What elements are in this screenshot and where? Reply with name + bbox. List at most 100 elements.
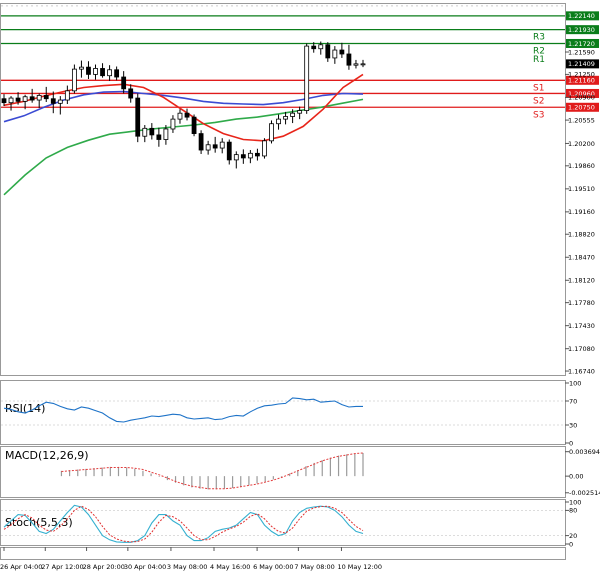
candle-body-bull	[170, 118, 176, 130]
price-tick-label: 1.18820	[568, 231, 595, 239]
pivot-name-s2: S2	[533, 96, 544, 106]
pivot-price-label: 1.20750	[568, 104, 595, 112]
candle	[71, 64, 77, 94]
macd-tick-label: -0.002514	[569, 489, 600, 497]
macd-tick-label: 0.003694	[569, 448, 600, 456]
candle-body-bear	[121, 76, 127, 90]
candle-body-bull	[8, 97, 14, 104]
candle-body-bull	[353, 63, 359, 66]
price-tick-label: 1.19510	[568, 185, 595, 193]
candle	[198, 130, 204, 154]
candle-body-bear	[156, 134, 162, 140]
candle-body-bull	[64, 90, 70, 101]
candle-body-bear	[346, 53, 352, 66]
candle-body-bull	[276, 118, 281, 125]
macd-title: MACD(12,26,9)	[5, 449, 89, 462]
candle-body-bear	[15, 97, 21, 102]
candle-body-bear	[149, 127, 155, 136]
time-tick-label: 10 May 12:00	[337, 563, 382, 571]
time-tick-label: 3 May 08:00	[167, 563, 207, 571]
price-tick-label: 1.19160	[568, 208, 595, 216]
price-tick-label: 1.20555	[568, 116, 595, 124]
candle-body-bull	[247, 152, 253, 159]
stoch-tick-label: 0	[569, 540, 573, 548]
pivot-price-label: 1.22140	[568, 12, 595, 20]
candle-body-bull	[205, 144, 211, 151]
candle-body-bear	[114, 69, 120, 78]
candle-body-bull	[71, 68, 77, 92]
pivot-name-s1: S1	[533, 83, 544, 93]
time-tick-label: 27 Apr 12:00	[41, 563, 83, 571]
price-tick-label: 1.19860	[568, 162, 595, 170]
candle-body-bear	[50, 98, 56, 104]
candle-body-bull	[107, 69, 112, 77]
candle-body-bull	[262, 140, 267, 157]
candle-body-bull	[318, 44, 324, 50]
candle-body-bull	[304, 45, 310, 111]
candle-body-bear	[240, 154, 246, 159]
candle-body-bear	[339, 49, 345, 55]
macd-tick-label: 0.00	[569, 472, 583, 480]
time-tick-label: 4 May 16:00	[210, 563, 250, 571]
candle-body-bull	[22, 96, 28, 102]
candle-body-bear	[325, 44, 331, 59]
price-tick-label: 1.18470	[568, 254, 595, 262]
candle-body-bear	[43, 95, 49, 100]
price-tick-label: 1.21590	[568, 48, 595, 56]
time-tick-label: 30 Apr 04:00	[124, 563, 166, 571]
candle-body-bear	[184, 112, 190, 118]
candle-body-bull	[36, 95, 42, 101]
candle	[262, 138, 267, 159]
price-tick-label: 1.21250	[568, 71, 595, 79]
candle-body-bull	[297, 110, 303, 114]
price-tick-label: 1.16740	[568, 367, 595, 375]
chart-canvas: 1.221401.21930R31.21720R2R11.21160S11.20…	[0, 0, 600, 575]
price-tick-label: 1.20900	[568, 94, 595, 102]
candle	[135, 93, 141, 143]
forex-chart: 1.22140 1.21930 R3 1.21720 R2 R1 1.21160 S1 1.20…	[0, 0, 600, 575]
pivot-name-r3: R3	[533, 33, 545, 43]
candle	[304, 43, 310, 114]
candle	[269, 120, 274, 144]
stoch-tick-label: 100	[569, 498, 581, 506]
price-tick-label: 1.17780	[568, 299, 595, 307]
candle-body-bear	[198, 133, 204, 151]
rsi-tick-label: 0	[569, 439, 573, 447]
stoch-tick-label: 20	[569, 532, 577, 540]
price-tick-label: 1.17430	[568, 322, 595, 330]
candle-body-bull	[332, 49, 338, 59]
time-tick-label: 7 May 08:00	[294, 563, 334, 571]
time-tick-label: 6 May 00:00	[253, 563, 293, 571]
candle-body-bear	[191, 116, 197, 134]
pivot-price-label: 1.21930	[568, 26, 595, 34]
candle-body-bull	[219, 141, 225, 149]
time-tick-label: 26 Apr 04:00	[0, 563, 42, 571]
pivot-name-r1: R1	[533, 55, 545, 65]
price-tick-label: 1.17080	[568, 345, 595, 353]
time-tick-label: 28 Apr 20:00	[83, 563, 125, 571]
candle-body-bear	[212, 144, 218, 149]
candle-body-bull	[57, 99, 63, 104]
stoch-tick-label: 80	[569, 507, 577, 515]
pivot-price-label: 1.21720	[568, 40, 595, 48]
candle-body-bear	[255, 152, 260, 157]
candle-body-bull	[142, 127, 148, 137]
price-axis: 1.21590 1.21250 1.20900 1.20555 1.20200 1.198…	[565, 48, 595, 375]
candle-body-bull	[360, 63, 366, 66]
candle-body-bear	[86, 66, 91, 75]
candle-body-bear	[100, 68, 105, 77]
candle-body-bull	[177, 112, 183, 120]
candle-body-bear	[29, 96, 35, 101]
pivot-name-s3: S3	[533, 110, 544, 120]
price-tick-label: 1.18120	[568, 277, 595, 285]
candle-body-bull	[93, 68, 98, 75]
candle-body-bear	[135, 97, 141, 137]
candle-body-bear	[1, 98, 7, 104]
candle-body-bear	[226, 141, 232, 161]
candle-body-bull	[163, 128, 169, 140]
candle-body-bull	[79, 66, 84, 70]
rsi-tick-label: 30	[569, 421, 577, 429]
rsi-tick-label: 100	[569, 379, 581, 387]
candle-body-bull	[283, 116, 288, 120]
candle-body-bull	[290, 112, 296, 117]
